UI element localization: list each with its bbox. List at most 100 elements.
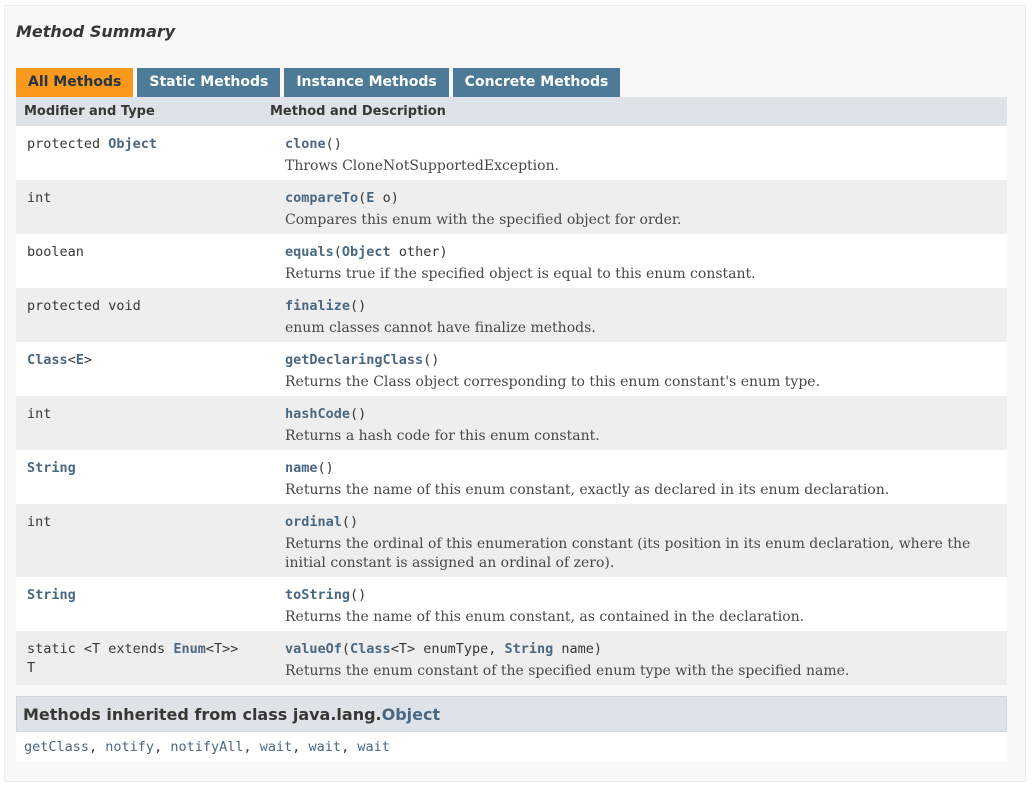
method-signature: compareTo(E o)	[285, 189, 1007, 208]
inherited-method-link[interactable]: wait	[357, 739, 390, 755]
method-signature: ordinal()	[285, 513, 1007, 532]
method-name-link[interactable]: valueOf	[285, 641, 342, 657]
modifier-text: protected void	[27, 298, 141, 314]
inherited-method-link[interactable]: notifyAll	[170, 739, 243, 755]
type-link[interactable]: Class	[27, 352, 68, 368]
modifier-text: static <T extends	[27, 641, 174, 657]
method-name-link[interactable]: finalize	[285, 298, 350, 314]
modifier-text: T	[27, 660, 36, 676]
method-description: Throws CloneNotSupportedException.	[285, 158, 560, 174]
signature-text: ()	[350, 406, 367, 422]
table-row: int hashCode() Returns a hash code for thi…	[16, 396, 1007, 450]
method-signature: hashCode()	[285, 405, 1007, 424]
signature-text: other)	[390, 244, 448, 260]
tab-static-methods[interactable]: Static Methods	[137, 68, 281, 97]
method-and-description: clone() Throws CloneNotSupportedException…	[274, 126, 1007, 180]
type-link[interactable]: Object	[108, 136, 157, 152]
inherited-method-link[interactable]: wait	[309, 739, 342, 755]
modifier-and-type: protected Object	[16, 126, 274, 180]
method-signature: name()	[285, 459, 1007, 478]
method-name-link[interactable]: ordinal	[285, 514, 342, 530]
method-name-link[interactable]: clone	[285, 136, 326, 152]
tab-all-methods[interactable]: All Methods	[16, 68, 134, 97]
inherited-method-link[interactable]: wait	[260, 739, 293, 755]
type-link[interactable]: String	[504, 641, 553, 657]
method-name-link[interactable]: compareTo	[285, 190, 358, 206]
type-link[interactable]: Enum	[173, 641, 206, 657]
table-row: protected Object clone() Throws CloneNotSu…	[16, 126, 1007, 180]
type-link[interactable]: String	[27, 587, 76, 603]
modifier-and-type: String	[16, 450, 274, 504]
modifier-line: protected void	[27, 297, 274, 316]
table-row: boolean equals(Object other) Returns true …	[16, 234, 1007, 288]
method-and-description: name() Returns the name of this enum cons…	[274, 450, 1007, 504]
signature-text: ()	[350, 587, 367, 603]
modifier-and-type: int	[16, 180, 274, 234]
list-separator: ,	[292, 739, 309, 755]
method-name-link[interactable]: name	[285, 460, 318, 476]
method-filter-tabs: All Methods Static Methods Instance Meth…	[16, 68, 621, 97]
type-link[interactable]: Class	[350, 641, 391, 657]
method-and-description: equals(Object other) Returns true if the …	[274, 234, 1007, 288]
modifier-line: Class<E>	[27, 351, 274, 370]
modifier-text: >	[83, 352, 93, 368]
inherited-methods-list: getClass, notify, notifyAll, wait, wait,…	[16, 732, 1007, 762]
modifier-line: String	[27, 459, 274, 478]
modifier-text: <	[67, 352, 76, 368]
modifier-line: String	[27, 586, 274, 605]
method-and-description: getDeclaringClass() Returns the Class obj…	[274, 342, 1007, 396]
inherited-methods-section: Methods inherited from class java.lang.O…	[16, 696, 1007, 762]
method-signature: valueOf(Class<T> enumType, String name)	[285, 640, 1007, 659]
modifier-and-type: boolean	[16, 234, 274, 288]
method-summary-table: Modifier and Type Method and Description…	[16, 97, 1007, 685]
method-description: Compares this enum with the specified ob…	[285, 212, 682, 228]
inherited-method-link[interactable]: notify	[105, 739, 154, 755]
modifier-and-type: protected void	[16, 288, 274, 342]
inherited-method-link[interactable]: getClass	[24, 739, 89, 755]
type-link[interactable]: String	[27, 460, 76, 476]
method-name-link[interactable]: toString	[285, 587, 350, 603]
tab-instance-methods[interactable]: Instance Methods	[284, 68, 449, 97]
modifier-text: boolean	[27, 244, 84, 260]
inherited-title-prefix: Methods inherited from class java.lang.	[23, 705, 382, 724]
modifier-line: boolean	[27, 243, 274, 262]
method-description: Returns the Class object corresponding t…	[285, 374, 821, 390]
modifier-and-type: String	[16, 577, 274, 631]
table-row: String toString() Returns the name of this…	[16, 577, 1007, 631]
method-signature: finalize()	[285, 297, 1007, 316]
header-modifier-and-type: Modifier and Type	[24, 104, 155, 119]
method-description: Returns a hash code for this enum consta…	[285, 428, 600, 444]
inherited-methods-title: Methods inherited from class java.lang.O…	[16, 696, 1007, 732]
type-link[interactable]: Object	[342, 244, 391, 260]
list-separator: ,	[89, 739, 106, 755]
method-description: Returns true if the specified object is …	[285, 266, 756, 282]
method-and-description: finalize() enum classes cannot have final…	[274, 288, 1007, 342]
type-link[interactable]: E	[76, 352, 84, 368]
method-signature: getDeclaringClass()	[285, 351, 1007, 370]
tab-concrete-methods[interactable]: Concrete Methods	[452, 68, 621, 97]
method-name-link[interactable]: getDeclaringClass	[285, 352, 423, 368]
method-and-description: ordinal() Returns the ordinal of this enu…	[274, 504, 1007, 577]
table-row: int ordinal() Returns the ordinal of this …	[16, 504, 1007, 577]
modifier-and-type: int	[16, 396, 274, 450]
signature-text: ()	[317, 460, 334, 476]
modifier-line: protected Object	[27, 135, 274, 154]
modifier-text: int	[27, 514, 52, 530]
signature-text: ()	[341, 514, 359, 530]
method-signature: clone()	[285, 135, 1007, 154]
modifier-and-type: int	[16, 504, 274, 577]
inherited-class-link[interactable]: Object	[382, 705, 441, 724]
method-and-description: toString() Returns the name of this enum …	[274, 577, 1007, 631]
signature-text: name)	[553, 641, 603, 657]
list-separator: ,	[154, 739, 171, 755]
signature-text: <T> enumType,	[390, 641, 505, 657]
method-description: Returns the name of this enum constant, …	[285, 482, 890, 498]
signature-text: (	[341, 641, 351, 657]
table-row: String name() Returns the name of this enu…	[16, 450, 1007, 504]
signature-text: (	[333, 244, 342, 260]
method-name-link[interactable]: equals	[285, 244, 334, 260]
modifier-line: T	[27, 659, 274, 678]
modifier-line: static <T extends Enum<T>>	[27, 640, 274, 659]
method-name-link[interactable]: hashCode	[285, 406, 350, 422]
modifier-and-type: Class<E>	[16, 342, 274, 396]
